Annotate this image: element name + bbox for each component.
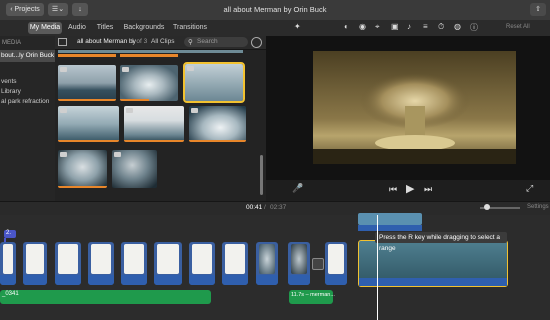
color-correction-icon[interactable]: ◉ [359,22,366,31]
skip-forward-icon[interactable]: ⏭ [424,184,432,195]
thumbnail-row-partial [58,50,243,53]
share-icon: ⇧ [535,6,541,13]
range-select-tooltip: Press the R key while dragging to select… [375,232,507,252]
stabilization-icon[interactable]: ▣ [391,22,399,31]
timeline-settings-button[interactable]: Settings [527,204,549,210]
explosion-video-image [313,51,516,164]
browser-toolbar: all about Merman by 1 of 3 All Clips ⚲ S… [55,36,266,50]
skip-back-icon[interactable]: ⏮ [389,184,397,195]
projects-button[interactable]: ‹ Projects [6,3,44,16]
speed-icon[interactable]: ⏱ [438,22,444,32]
noise-reduction-icon[interactable]: ≡ [423,22,428,31]
playhead[interactable] [377,215,378,320]
used-clip-bar [58,54,116,57]
window-title: all about Merman by Orin Buck [223,5,327,14]
video-clip[interactable] [0,242,16,285]
search-placeholder: Search [197,38,218,45]
browser-project-name: all about Merman by [77,38,136,45]
reset-all-button[interactable]: Reset All [506,24,530,30]
cutaway-clip-audio [358,225,422,231]
tab-audio[interactable]: Audio [66,22,88,34]
share-button[interactable]: ⇧ [530,3,546,16]
video-frame [313,51,516,164]
sidebar-toggle-icon[interactable] [58,38,67,46]
media-thumbnail[interactable] [58,65,116,101]
search-input[interactable]: ⚲ Search [184,37,248,47]
audio-clip-label: 11.7s – merman... [291,292,335,298]
media-thumbnail[interactable] [120,65,178,101]
used-clip-bar [120,54,178,57]
tab-my-media[interactable]: My Media [28,22,62,34]
media-thumbnail[interactable] [58,106,119,142]
media-thumbnail[interactable] [124,106,184,142]
sidebar-item-events[interactable]: vents [1,78,17,85]
camera-icon [60,108,67,113]
camera-icon [122,67,129,72]
total-time: 02:37 [270,204,287,211]
video-clip[interactable] [88,242,114,285]
browser-count: 1 of 3 [131,38,148,45]
video-clip-explosion[interactable] [256,242,278,285]
camera-icon [114,152,121,157]
zoom-slider-knob[interactable] [484,204,490,210]
play-icon[interactable]: ▶ [406,182,414,195]
import-button[interactable]: ↓ [72,3,88,16]
color-balance-icon[interactable]: ◐ [344,22,349,31]
fullscreen-icon[interactable]: ⤢ [526,183,533,194]
volume-icon[interactable]: ♪ [407,22,411,31]
tab-backgrounds[interactable]: Backgrounds [122,22,166,34]
sidebar-item-project[interactable]: bout...ly Orin Buck [0,50,55,62]
media-thumbnail-selected[interactable] [183,62,245,103]
sidebar-item-library[interactable]: Library [1,88,21,95]
camera-icon [126,108,133,113]
camera-icon [60,67,67,72]
time-separator: / [264,204,266,211]
sidebar-item-label: bout...ly Orin Buck [1,52,55,59]
viewer-toolbar: ✦ ◐ ◉ ⌖ ▣ ♪ ≡ ⏱ ◍ ⓘ Reset All [266,20,550,36]
video-clip[interactable] [222,242,248,285]
transition-icon[interactable] [312,258,324,270]
browser-scrollbar[interactable] [260,155,263,195]
browser-settings-icon[interactable] [251,37,262,48]
filter-icon[interactable]: ◍ [454,22,461,31]
projects-label: Projects [14,6,40,13]
audio-clip[interactable]: 11.7s – merman... [289,290,335,304]
camera-icon [60,152,67,157]
video-clip[interactable] [121,242,147,285]
camera-icon [187,66,194,71]
media-thumbnail[interactable] [189,106,246,142]
info-icon[interactable]: ⓘ [470,22,478,33]
title-marker[interactable]: 2. [4,230,16,238]
current-time: 00:41 [246,204,263,211]
tab-titles[interactable]: Titles [94,22,116,34]
camera-icon [191,108,198,113]
video-clip-explosion[interactable] [288,242,310,285]
download-icon: ↓ [78,6,82,13]
import-icon: ☰⌄ [51,6,65,13]
crop-icon[interactable]: ⌖ [375,22,380,32]
import-media-button[interactable]: ☰⌄ [48,3,68,16]
mic-icon[interactable]: 🎤 [292,183,303,194]
search-icon: ⚲ [188,39,193,46]
video-clip[interactable] [23,242,47,285]
sidebar-header: MEDIA [2,40,22,46]
clip-filter-dropdown[interactable]: All Clips [151,38,174,45]
media-thumbnail[interactable] [58,150,107,188]
video-clip[interactable] [55,242,81,285]
video-clip[interactable] [154,242,182,285]
tab-transitions[interactable]: Transitions [172,22,208,34]
title-marker-label: 2. [6,230,12,236]
video-clip[interactable] [189,242,215,285]
media-thumbnail[interactable] [112,150,157,188]
audio-clip[interactable]: _0341 [0,290,211,304]
cutaway-clip[interactable] [358,213,422,225]
magic-wand-icon[interactable]: ✦ [294,22,301,31]
sidebar-item-park-refraction[interactable]: al park refraction [1,98,49,105]
audio-clip-label: _0341 [2,291,19,297]
video-clip[interactable] [325,242,347,285]
